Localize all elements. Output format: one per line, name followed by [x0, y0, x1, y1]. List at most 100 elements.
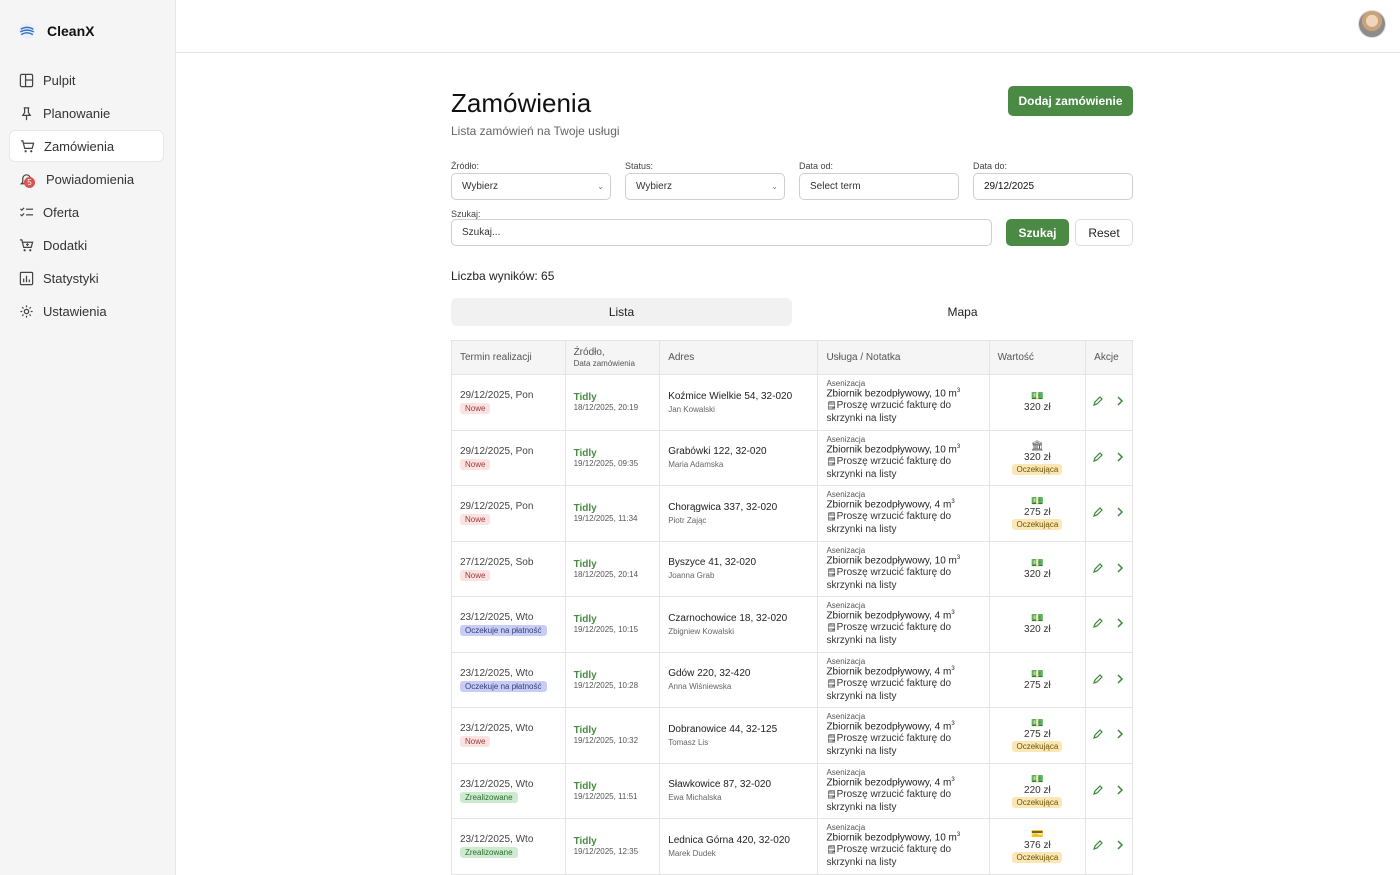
- customer-name: Anna Wiśniewska: [668, 682, 732, 692]
- service-name: Zbiornik bezodpływowy, 4 m3: [826, 777, 988, 788]
- tab-map[interactable]: Mapa: [792, 298, 1133, 326]
- order-value: 320 zł: [1024, 624, 1051, 636]
- status-select[interactable]: Wybierz ⌄: [625, 173, 785, 200]
- cart-icon: [19, 138, 35, 154]
- cell-term: 29/12/2025, Pon Nowe: [451, 485, 566, 542]
- address: Gdów 220, 32-420: [668, 668, 751, 680]
- unit-superscript: 3: [956, 554, 961, 561]
- customer-name: Joanna Grab: [668, 571, 715, 581]
- note-text: Proszę wrzucić fakturę do skrzynki na li…: [826, 566, 952, 591]
- source-name: Tidly: [573, 503, 597, 515]
- chart-icon: [18, 270, 34, 286]
- reset-button[interactable]: Reset: [1075, 219, 1133, 246]
- service-name: Zbiornik bezodpływowy, 10 m3: [826, 444, 988, 455]
- cell-service: Asenizacja Zbiornik bezodpływowy, 4 m3 🗒…: [817, 762, 990, 819]
- header-term[interactable]: Termin realizacji: [451, 340, 566, 375]
- note: 🗒Proszę wrzucić fakturę do skrzynki na l…: [826, 566, 988, 592]
- table-row[interactable]: 23/12/2025, Wto Oczekuje na płatność Tid…: [451, 651, 1133, 708]
- sidebar-item-oferta[interactable]: Oferta: [9, 196, 164, 228]
- chevron-right-icon[interactable]: [1113, 672, 1127, 686]
- table-row[interactable]: 23/12/2025, Wto Zrealizowane Tidly 19/12…: [451, 818, 1133, 875]
- chevron-right-icon[interactable]: [1113, 505, 1127, 519]
- search-input[interactable]: Szukaj...: [451, 219, 992, 246]
- date-to-field[interactable]: 29/12/2025: [973, 173, 1133, 200]
- sidebar-item-powiadomienia[interactable]: 5 Powiadomienia: [9, 163, 164, 195]
- date-from-field[interactable]: Select term: [799, 173, 959, 200]
- service-name-text: Zbiornik bezodpływowy, 10 m: [826, 388, 957, 400]
- unit-superscript: 3: [956, 388, 961, 395]
- edit-icon[interactable]: [1091, 394, 1105, 408]
- table-row[interactable]: 27/12/2025, Sob Nowe Tidly 18/12/2025, 2…: [451, 540, 1133, 597]
- edit-icon[interactable]: [1091, 616, 1105, 630]
- edit-icon[interactable]: [1091, 838, 1105, 852]
- avatar[interactable]: [1358, 10, 1386, 38]
- source-name: Tidly: [573, 669, 597, 681]
- note-text: Proszę wrzucić fakturę do skrzynki na li…: [826, 844, 952, 869]
- chevron-right-icon[interactable]: [1113, 783, 1127, 797]
- chevron-right-icon[interactable]: [1113, 616, 1127, 630]
- note-text: Proszę wrzucić fakturę do skrzynki na li…: [826, 677, 952, 702]
- source-name: Tidly: [573, 780, 597, 792]
- edit-icon[interactable]: [1091, 727, 1105, 741]
- cell-actions: [1085, 485, 1133, 542]
- sidebar-item-zamówienia[interactable]: Zamówienia: [9, 130, 164, 162]
- header-source[interactable]: Źródło, Data zamówienia: [564, 340, 661, 375]
- edit-icon[interactable]: [1091, 505, 1105, 519]
- cell-actions: [1085, 596, 1133, 653]
- edit-icon[interactable]: [1091, 783, 1105, 797]
- sidebar-item-ustawienia[interactable]: Ustawienia: [9, 295, 164, 327]
- cell-value: 💵 320 zł: [988, 540, 1087, 597]
- service-name: Zbiornik bezodpływowy, 4 m3: [826, 721, 988, 732]
- table-row[interactable]: 29/12/2025, Pon Nowe Tidly 19/12/2025, 0…: [451, 429, 1133, 486]
- cell-address: Lednica Górna 420, 32-020 Marek Dudek: [659, 818, 819, 875]
- sidebar-item-dodatki[interactable]: Dodatki: [9, 229, 164, 261]
- header-service[interactable]: Usługa / Notatka: [817, 340, 990, 375]
- search-placeholder: Szukaj...: [462, 227, 501, 238]
- service-name-text: Zbiornik bezodpływowy, 4 m: [826, 721, 952, 733]
- table-row[interactable]: 23/12/2025, Wto Oczekuje na płatność Tid…: [451, 596, 1133, 653]
- cell-actions: [1085, 818, 1133, 875]
- chevron-right-icon[interactable]: [1113, 838, 1127, 852]
- add-order-button[interactable]: Dodaj zamówienie: [1008, 86, 1133, 116]
- tab-list[interactable]: Lista: [451, 298, 792, 326]
- table-row[interactable]: 29/12/2025, Pon Nowe Tidly 19/12/2025, 1…: [451, 485, 1133, 542]
- customer-name: Maria Adamska: [668, 460, 724, 470]
- sidebar-item-label: Planowanie: [43, 105, 111, 121]
- cart-plus-icon: [18, 237, 34, 253]
- sidebar-item-pulpit[interactable]: Pulpit: [9, 64, 164, 96]
- sidebar-item-label: Pulpit: [43, 72, 76, 88]
- table-row[interactable]: 23/12/2025, Wto Zrealizowane Tidly 19/12…: [451, 762, 1133, 819]
- order-value: 320 zł: [1024, 451, 1051, 463]
- chevron-right-icon[interactable]: [1113, 394, 1127, 408]
- chevron-right-icon[interactable]: [1113, 727, 1127, 741]
- cell-address: Koźmice Wielkie 54, 32-020 Jan Kowalski: [659, 374, 819, 431]
- brand[interactable]: CleanX: [18, 20, 94, 42]
- cash-icon: 💵: [1031, 718, 1044, 730]
- header-value[interactable]: Wartość: [988, 340, 1087, 375]
- edit-icon[interactable]: [1091, 561, 1105, 575]
- cell-term: 27/12/2025, Sob Nowe: [451, 540, 566, 597]
- address: Dobranowice 44, 32-125: [668, 723, 778, 735]
- chevron-right-icon[interactable]: [1113, 561, 1127, 575]
- status-badge: Zrealizowane: [460, 847, 518, 859]
- search-button[interactable]: Szukaj: [1006, 219, 1069, 246]
- table-row[interactable]: 29/12/2025, Pon Nowe Tidly 18/12/2025, 2…: [451, 374, 1133, 431]
- source-select[interactable]: Wybierz ⌄: [451, 173, 611, 200]
- address: Chorągwica 337, 32-020: [668, 501, 778, 513]
- header-address[interactable]: Adres: [659, 340, 819, 375]
- sidebar-item-statystyki[interactable]: Statystyki: [9, 262, 164, 294]
- sidebar-item-planowanie[interactable]: Planowanie: [9, 97, 164, 129]
- status-badge: Nowe: [460, 569, 491, 581]
- cell-actions: [1085, 651, 1133, 708]
- chevron-right-icon[interactable]: [1113, 450, 1127, 464]
- date-from-label: Data od:: [799, 161, 834, 171]
- cell-source: Tidly 19/12/2025, 09:35: [564, 429, 661, 486]
- cell-service: Asenizacja Zbiornik bezodpływowy, 4 m3 🗒…: [817, 651, 990, 708]
- edit-icon[interactable]: [1091, 672, 1105, 686]
- cell-service: Asenizacja Zbiornik bezodpływowy, 10 m3 …: [817, 818, 990, 875]
- service-name-text: Zbiornik bezodpływowy, 4 m: [826, 499, 952, 511]
- source-filter-label: Źródło:: [451, 161, 480, 171]
- table-row[interactable]: 23/12/2025, Wto Nowe Tidly 19/12/2025, 1…: [451, 707, 1133, 764]
- service-category: Asenizacja: [826, 490, 866, 500]
- edit-icon[interactable]: [1091, 450, 1105, 464]
